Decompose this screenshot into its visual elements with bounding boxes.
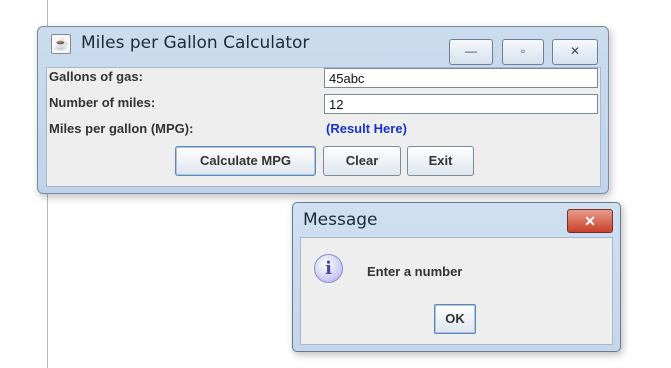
maximize-icon: ▫ xyxy=(520,44,526,58)
gallons-label: Gallons of gas: xyxy=(49,69,143,84)
gallons-input[interactable]: 45abc xyxy=(324,68,598,88)
dialog-message: Enter a number xyxy=(367,264,463,279)
mpg-result: (Result Here) xyxy=(326,121,407,136)
dialog-content: i Enter a number OK xyxy=(300,237,613,345)
minimize-button[interactable]: — xyxy=(449,39,493,65)
close-button[interactable]: ✕ xyxy=(552,39,598,65)
window-title: Miles per Gallon Calculator xyxy=(81,33,310,53)
dialog-close-button[interactable]: ✕ xyxy=(567,209,613,233)
calculator-content: Gallons of gas: 45abc Number of miles: 1… xyxy=(46,67,601,187)
title-bar[interactable]: ☕ Miles per Gallon Calculator — ▫ ✕ xyxy=(38,27,608,65)
minimize-icon: — xyxy=(465,44,477,58)
java-app-icon: ☕ xyxy=(51,34,71,54)
mpg-calculator-window: ☕ Miles per Gallon Calculator — ▫ ✕ Gall… xyxy=(37,26,609,194)
miles-label: Number of miles: xyxy=(49,95,156,110)
dialog-title: Message xyxy=(303,210,378,230)
close-icon: ✕ xyxy=(584,213,596,229)
maximize-button[interactable]: ▫ xyxy=(502,39,544,65)
close-icon: ✕ xyxy=(569,44,581,58)
clear-button[interactable]: Clear xyxy=(323,146,401,176)
exit-button[interactable]: Exit xyxy=(407,146,474,176)
calculate-mpg-button[interactable]: Calculate MPG xyxy=(175,146,316,176)
miles-input[interactable]: 12 xyxy=(324,94,598,114)
message-dialog: Message ✕ i Enter a number OK xyxy=(292,202,621,352)
ok-button[interactable]: OK xyxy=(434,304,476,334)
mpg-label: Miles per gallon (MPG): xyxy=(49,121,194,136)
info-icon: i xyxy=(314,254,343,283)
